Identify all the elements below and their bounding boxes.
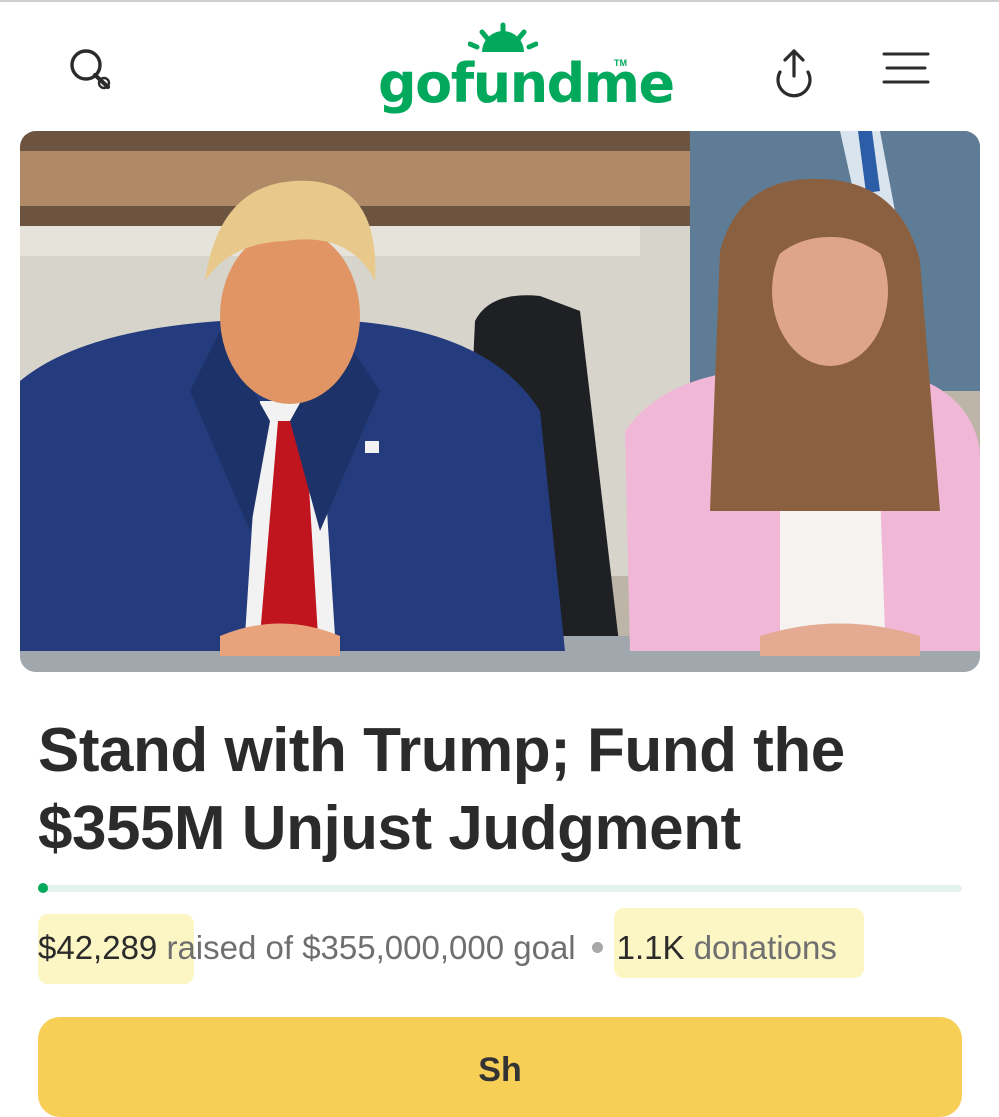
gofundme-logo[interactable]: gofundme TM — [374, 22, 675, 117]
separator-dot — [591, 941, 603, 953]
campaign-hero-image — [20, 131, 980, 672]
logo-trademark: TM — [614, 58, 627, 68]
logo-wordmark: gofundme — [378, 52, 675, 115]
campaign-title: Stand with Trump; Fund the $355M Unjust … — [38, 716, 845, 863]
site-header: gofundme TM — [0, 2, 999, 130]
donation-label: donations — [684, 929, 837, 966]
progress-track — [38, 885, 962, 892]
donation-count: 1.1K — [616, 929, 685, 966]
share-cta-button[interactable]: Sh — [38, 1017, 962, 1117]
menu-icon — [882, 52, 930, 84]
search-button[interactable] — [62, 42, 118, 98]
search-icon — [70, 49, 111, 90]
raised-amount: $42,289 — [38, 929, 158, 966]
stats-line: $42,289 raised of $355,000,000 goal 1.1K … — [38, 928, 837, 968]
raised-goal-text: raised of $355,000,000 goal — [157, 929, 576, 966]
sun-logo-icon — [468, 22, 538, 52]
campaign-stats: $42,289 raised of $355,000,000 goal 1.1K … — [38, 908, 978, 984]
share-cta-label: Sh — [478, 1051, 522, 1089]
funding-progress-bar — [38, 883, 962, 893]
menu-button[interactable] — [878, 42, 934, 98]
share-button[interactable] — [766, 42, 822, 98]
share-icon — [776, 49, 812, 98]
progress-fill — [38, 883, 48, 893]
